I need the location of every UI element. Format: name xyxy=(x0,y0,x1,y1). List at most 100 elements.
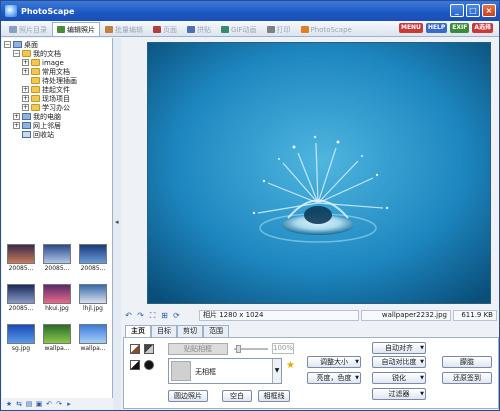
badge-button[interactable]: A选择 xyxy=(472,23,493,33)
collapse-icon[interactable]: − xyxy=(13,50,20,57)
margin-button[interactable]: 空白 xyxy=(222,390,252,402)
edit-tab[interactable]: 目标 xyxy=(151,325,177,337)
dropdown-arrow-icon: ▼ xyxy=(420,391,424,397)
tab-gif[interactable]: GIF动画 xyxy=(216,22,262,36)
resize-button[interactable]: 调整大小 ▼ xyxy=(307,356,361,368)
thumbnail[interactable]: lhjl.jpg xyxy=(78,284,108,313)
expand-icon[interactable]: + xyxy=(22,104,29,111)
auto-level-button[interactable]: 自动对齐 ▼ xyxy=(372,342,426,354)
redo-icon[interactable]: ↷ xyxy=(55,400,63,408)
more-icon[interactable]: ▸ xyxy=(65,400,73,408)
badge-button[interactable]: MENU xyxy=(398,23,423,33)
actual-size-icon[interactable]: ⊞ xyxy=(160,311,169,320)
tab-photo-folder[interactable]: 照片目录 xyxy=(4,22,52,36)
filter-button[interactable]: 过滤器 ▼ xyxy=(372,388,426,400)
auto-level-label: 自动对齐 xyxy=(385,344,413,352)
contrast-icon[interactable] xyxy=(130,360,140,370)
tab-combine[interactable]: 拼贴 xyxy=(182,22,216,36)
expand-icon[interactable]: + xyxy=(13,122,20,129)
brightness-icon[interactable] xyxy=(144,344,154,354)
badge-button[interactable]: HELP xyxy=(425,23,448,33)
expand-icon[interactable]: + xyxy=(22,59,29,66)
folder-open-icon[interactable]: ▤ xyxy=(25,400,33,408)
frame-name-field[interactable]: 贴贴相框 xyxy=(168,343,228,355)
tab-print[interactable]: 打印 xyxy=(262,22,296,36)
auto-contrast-button[interactable]: 自动对比度 ▼ xyxy=(372,356,426,368)
tab-batch-edit[interactable]: 批量编辑 xyxy=(100,22,148,36)
thumbnail[interactable]: wallpa... xyxy=(78,324,108,353)
frame-select[interactable]: 无相框 ▼ xyxy=(168,358,282,384)
round-photo-button[interactable]: 圆边照片 xyxy=(168,390,208,402)
thumbnail[interactable]: hkui.jpg xyxy=(42,284,72,313)
thumbnail-label: sg.jpg xyxy=(11,345,31,352)
collapse-icon[interactable]: − xyxy=(4,41,11,48)
tab-page[interactable]: 页面 xyxy=(148,22,182,36)
chevron-down-icon[interactable]: ▼ xyxy=(272,359,281,383)
frame-percent-field[interactable]: 100% xyxy=(272,343,294,354)
tree-item[interactable]: − 我的文档 xyxy=(4,49,111,58)
edit-tab[interactable]: 剪切 xyxy=(177,325,203,337)
zoom-fit-icon[interactable]: ⛶ xyxy=(148,311,157,320)
thumbnail[interactable]: 20085... xyxy=(6,244,36,273)
dropdown-arrow-icon: ▼ xyxy=(420,345,424,351)
filesize-field: 611.9 KB xyxy=(453,310,497,321)
folder-icon xyxy=(22,50,31,57)
tree-item[interactable]: + 网上邻居 xyxy=(4,121,111,130)
move-icon[interactable]: ⇆ xyxy=(15,400,23,408)
photo-canvas[interactable] xyxy=(147,42,491,304)
backlight-button[interactable]: 朦胧 xyxy=(442,356,492,368)
rotate-left-icon[interactable]: ↶ xyxy=(124,311,133,320)
frame-line-button[interactable]: 相框线 xyxy=(258,390,290,402)
minimize-button[interactable]: _ xyxy=(450,4,464,17)
vignette-icon[interactable] xyxy=(144,360,154,370)
color-picker-icon[interactable] xyxy=(130,344,140,354)
rotate-right-icon[interactable]: ↷ xyxy=(136,311,145,320)
expand-icon[interactable]: + xyxy=(22,95,29,102)
thumbnail[interactable]: 20085... xyxy=(6,284,36,313)
thumbnail[interactable]: sg.jpg xyxy=(6,324,36,353)
folder-icon xyxy=(31,59,40,66)
panel-splitter[interactable]: ◂ xyxy=(113,38,121,410)
deblur-button[interactable]: 还原签到 xyxy=(442,372,492,384)
brightness-color-button[interactable]: 亮度，色度 ▼ xyxy=(307,372,361,384)
gif-icon xyxy=(221,26,229,33)
expand-icon xyxy=(22,77,29,84)
sharpen-label: 锐化 xyxy=(392,374,406,382)
tab-label: 页面 xyxy=(163,25,177,34)
photo-status-bar: ↶ ↷ ⛶ ⊞ ⟳ 相片 1280 x 1024 wallpaper2232.j… xyxy=(121,309,499,322)
tab-edit-photo[interactable]: 编辑照片 xyxy=(52,22,100,36)
expand-icon[interactable]: + xyxy=(22,86,29,93)
undo-icon[interactable]: ↶ xyxy=(45,400,53,408)
favorite-star-icon[interactable]: ★ xyxy=(286,360,295,371)
thumbnail-grid: 20085... 20085... 20085... 20085... hkui.jpg… xyxy=(2,238,113,363)
history-icon[interactable]: ⟳ xyxy=(172,311,181,320)
folder-icon xyxy=(31,77,40,84)
folder-tree: − 桌面 − 我的文档 + image + 常用文档 待处理插画 + 挂起文件 + 现场项目 + 学习办公 +… xyxy=(2,38,113,200)
filter-label: 过滤器 xyxy=(388,390,410,398)
new-folder-icon[interactable]: ▣ xyxy=(35,400,43,408)
tab-label: 编辑照片 xyxy=(67,25,95,34)
frame-opacity-slider[interactable] xyxy=(234,345,268,353)
dropdown-arrow-icon: ▼ xyxy=(355,359,359,365)
maximize-button[interactable]: □ xyxy=(466,4,480,17)
tab-label: GIF动画 xyxy=(231,25,257,34)
tab-label: 批量编辑 xyxy=(115,25,143,34)
thumbnail[interactable]: 20085... xyxy=(42,244,72,273)
sharpen-button[interactable]: 锐化 ▼ xyxy=(372,372,426,384)
batch-edit-icon xyxy=(105,26,113,33)
slider-knob[interactable] xyxy=(236,345,241,353)
collapse-arrow-icon[interactable]: ◂ xyxy=(115,218,119,226)
edit-tab[interactable]: 范围 xyxy=(203,325,229,337)
brightness-color-label: 亮度，色度 xyxy=(316,374,352,382)
tree-item[interactable]: 回收站 xyxy=(4,130,111,139)
close-button[interactable]: × xyxy=(482,4,496,17)
tab-photoscape[interactable]: PhotoScape xyxy=(296,22,357,36)
badge-button[interactable]: EXIF xyxy=(450,23,470,33)
expand-icon[interactable]: + xyxy=(13,113,20,120)
thumbnail[interactable]: wallpa... xyxy=(42,324,72,353)
thumbnail[interactable]: 20085... xyxy=(78,244,108,273)
expand-icon[interactable]: + xyxy=(22,68,29,75)
thumbnail-label: 20085... xyxy=(80,265,106,272)
edit-tab[interactable]: 主页 xyxy=(125,325,151,337)
star-icon[interactable]: ★ xyxy=(5,400,13,408)
